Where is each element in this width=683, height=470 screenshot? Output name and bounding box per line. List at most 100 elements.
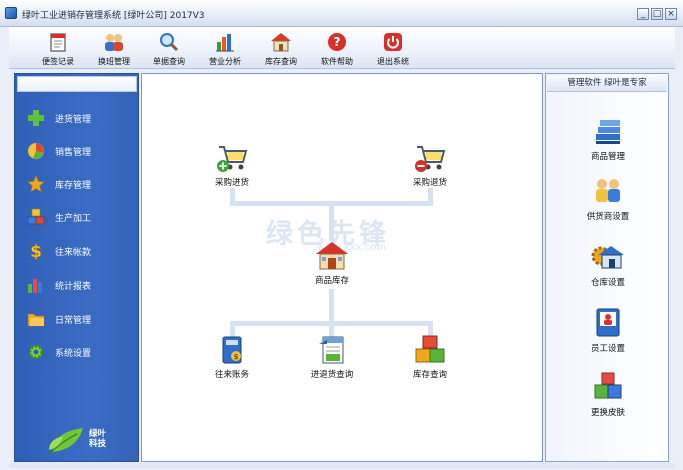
toolbar-label: 换班管理 [98, 57, 130, 66]
stacked-books-icon [591, 114, 625, 148]
toolbar-label: 软件帮助 [321, 57, 353, 66]
sidebar-item-production[interactable]: 生产加工 [27, 206, 135, 228]
flow-label: 库存查询 [412, 370, 447, 380]
flow-purchase-in[interactable]: 采购进货 [196, 142, 268, 188]
flow-label: 采购退货 [412, 178, 447, 188]
sidebar-item-label: 销售管理 [55, 148, 92, 158]
color-cubes-icon [591, 370, 625, 404]
gear-icon [27, 343, 45, 361]
sidebar-header [17, 76, 137, 92]
toolbar-button-analysis[interactable]: 营业分析 [199, 29, 251, 67]
sidebar-item-daily[interactable]: 日常管理 [27, 308, 135, 330]
sidebar-item-label: 系统设置 [55, 349, 92, 359]
right-item-employees[interactable]: 员工设置 [568, 306, 648, 354]
house-icon [269, 31, 293, 53]
leaf-logo-icon [48, 428, 83, 455]
employee-badge-icon [591, 306, 625, 340]
sidebar-item-accounts[interactable]: $ 往来帐款 [27, 240, 135, 262]
toolbar-button-shift[interactable]: 换班管理 [88, 29, 140, 67]
warehouse-icon [315, 240, 349, 272]
flow-stock[interactable]: 商品库存 [296, 240, 368, 286]
flow-stock-query[interactable]: 库存查询 [394, 334, 466, 380]
connector-line [329, 201, 334, 241]
close-button[interactable]: × [665, 8, 677, 20]
minimize-button[interactable]: _ [637, 8, 649, 20]
flow-label: 往来账务 [214, 370, 249, 380]
cart-add-icon [215, 142, 249, 174]
sidebar-item-label: 往来帐款 [55, 248, 92, 258]
maximize-button[interactable]: □ [651, 8, 663, 20]
connector-line [329, 289, 334, 325]
sidebar-item-label: 日常管理 [55, 316, 92, 326]
sidebar: 进货管理 销售管理 库存管理 生产加工 $ 往来帐款 统计报表 日常管理 系统设… [14, 73, 139, 462]
warehouse-gear-icon [591, 240, 625, 274]
right-item-label: 商品管理 [590, 152, 625, 162]
right-panel-header: 管理软件 绿叶是专家 [547, 75, 667, 92]
toolbar-label: 便签记录 [42, 57, 74, 66]
toolbar-button-stock[interactable]: 库存查询 [255, 29, 307, 67]
window-title: 绿叶工业进销存管理系统 [绿叶公司] 2017V3 [22, 11, 205, 21]
toolbar-label: 营业分析 [209, 57, 241, 66]
right-item-label: 仓库设置 [590, 278, 625, 288]
toolbar-label: 库存查询 [265, 57, 297, 66]
right-item-warehouse[interactable]: 仓库设置 [568, 240, 648, 288]
boxes-icon [413, 334, 447, 366]
notepad-icon [46, 31, 70, 53]
flow-purchase-return[interactable]: 采购退货 [394, 142, 466, 188]
users-icon [102, 31, 126, 53]
flow-label: 商品库存 [314, 276, 349, 286]
right-item-label: 更换皮肤 [590, 408, 625, 418]
title-bar: 绿叶工业进销存管理系统 [绿叶公司] 2017V3 _ □ × [0, 0, 683, 27]
flow-label: 进退货查询 [310, 370, 354, 380]
supplier-people-icon [591, 174, 625, 208]
cart-remove-icon [413, 142, 447, 174]
right-item-label: 供货商设置 [586, 212, 630, 222]
sidebar-item-sales[interactable]: 销售管理 [27, 140, 135, 162]
power-icon [381, 31, 405, 53]
sidebar-item-reports[interactable]: 统计报表 [27, 274, 135, 296]
toolbar-button-notes[interactable]: 便签记录 [32, 29, 84, 67]
right-panel: 管理软件 绿叶是专家 商品管理 供货商设置 仓库设置 员工设置 更换皮肤 [545, 73, 669, 462]
right-item-suppliers[interactable]: 供货商设置 [568, 174, 648, 222]
logo-line-1: 绿叶 [89, 429, 107, 439]
toolbar-label: 退出系统 [377, 57, 409, 66]
sidebar-item-inventory[interactable]: 库存管理 [27, 173, 135, 195]
flow-label: 采购进货 [214, 178, 249, 188]
magnifier-icon [157, 31, 181, 53]
sidebar-item-settings[interactable]: 系统设置 [27, 341, 135, 363]
help-icon: ? [325, 31, 349, 53]
right-item-skin[interactable]: 更换皮肤 [568, 370, 648, 418]
app-window: 绿叶工业进销存管理系统 [绿叶公司] 2017V3 _ □ × 便签记录 换班管… [0, 0, 683, 470]
svg-text:$: $ [30, 242, 42, 260]
svg-text:?: ? [334, 35, 341, 49]
status-bar [9, 463, 675, 468]
svg-text:$: $ [234, 353, 239, 361]
toolbar: 便签记录 换班管理 单据查询 营业分析 库存查询 ? 软件帮助 退出系统 [9, 27, 675, 69]
company-logo: 绿叶 科技 [47, 424, 117, 456]
right-item-label: 员工设置 [590, 344, 625, 354]
app-logo-icon [5, 7, 17, 19]
document-query-icon [315, 334, 349, 366]
star-icon [27, 175, 45, 193]
logo-text: 绿叶 科技 [89, 429, 106, 449]
toolbar-button-exit[interactable]: 退出系统 [367, 29, 419, 67]
dollar-icon: $ [27, 242, 45, 260]
sidebar-item-label: 进货管理 [55, 115, 92, 125]
toolbar-button-docquery[interactable]: 单据查询 [143, 29, 195, 67]
sidebar-item-purchase[interactable]: 进货管理 [27, 107, 135, 129]
pie-chart-icon [27, 142, 45, 160]
sidebar-item-label: 生产加工 [55, 214, 92, 224]
sidebar-item-label: 库存管理 [55, 181, 92, 191]
sidebar-item-label: 统计报表 [55, 282, 92, 292]
cubes-icon [27, 208, 45, 226]
toolbar-button-help[interactable]: ? 软件帮助 [311, 29, 363, 67]
bar-chart-icon [213, 31, 237, 53]
report-chart-icon [27, 276, 45, 294]
toolbar-label: 单据查询 [153, 57, 185, 66]
folder-icon [27, 310, 45, 328]
plus-icon [27, 109, 45, 127]
flow-inout-query[interactable]: 进退货查询 [296, 334, 368, 380]
flow-accounts[interactable]: $ 往来账务 [196, 334, 268, 380]
right-item-products[interactable]: 商品管理 [568, 114, 648, 162]
logo-line-2: 科技 [89, 439, 107, 449]
